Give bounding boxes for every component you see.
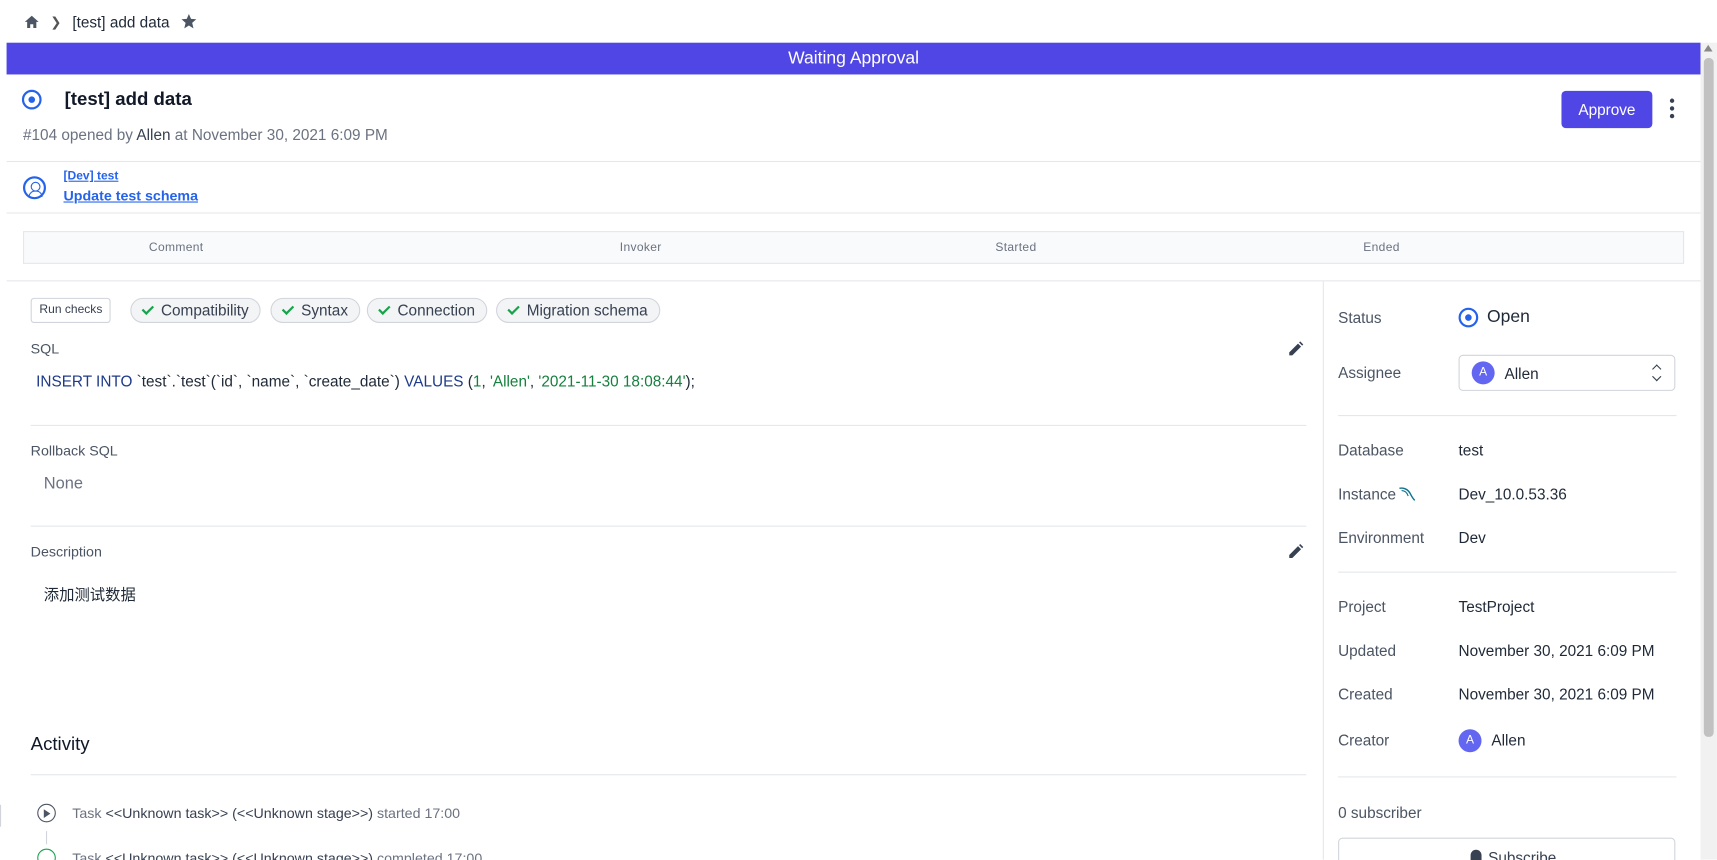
avatar: A	[1471, 361, 1495, 385]
issue-author[interactable]: Allen	[136, 126, 170, 144]
project-value[interactable]: TestProject	[1459, 598, 1535, 616]
pipeline-stage: [Dev] test Update test schema	[6, 162, 1701, 214]
environment-value[interactable]: Dev	[1459, 529, 1486, 547]
check-icon	[281, 302, 295, 315]
assignee-label: Assignee	[1338, 363, 1402, 382]
column-header-invoker: Invoker	[619, 240, 662, 255]
assignee-name: Allen	[1504, 364, 1539, 383]
issue-number: #104	[22, 125, 58, 144]
breadcrumb: ❯ [test] add data	[0, 0, 1717, 43]
divider	[30, 424, 1307, 426]
sql-statement[interactable]: INSERT INTO `test`.`test`(`id`, `name`, …	[36, 372, 695, 390]
activity-action: started 17:00	[376, 804, 461, 822]
description-text[interactable]: 添加测试数据	[44, 584, 136, 606]
rollback-sql-value: None	[43, 474, 84, 493]
created-label: Created	[1338, 685, 1393, 703]
instance-label: Instance	[1338, 485, 1397, 503]
task-run-table-header: Comment Invoker Started Ended	[22, 231, 1685, 264]
issue-header: [test] add data #104 opened by Allen at …	[6, 74, 1701, 163]
divider	[30, 525, 1307, 527]
created-value: November 30, 2021 6:09 PM	[1458, 685, 1655, 703]
activity-action: completed 17:00	[376, 849, 483, 860]
person-icon	[22, 176, 46, 200]
check-chip-compatibility[interactable]: Compatibility	[130, 297, 261, 324]
pencil-icon[interactable]	[1287, 543, 1305, 561]
activity-stage[interactable]: (<<Unknown stage>>)	[232, 850, 373, 860]
project-label: Project	[1338, 597, 1386, 616]
play-circle-icon	[37, 803, 56, 823]
scrollbar-thumb[interactable]	[1703, 58, 1714, 737]
column-header-comment: Comment	[148, 240, 204, 255]
divider	[1338, 415, 1677, 417]
divider	[1322, 281, 1324, 860]
stage-name-link[interactable]: Update test schema	[64, 187, 198, 203]
check-label: Connection	[397, 301, 476, 319]
sql-label: SQL	[30, 340, 60, 357]
subscriber-count: 0 subscriber	[1338, 803, 1422, 822]
check-icon	[507, 302, 520, 315]
check-icon	[141, 302, 155, 315]
creator-name[interactable]: Allen	[1491, 731, 1525, 749]
activity-task[interactable]: <<Unknown task>>	[106, 850, 229, 860]
column-header-ended: Ended	[1363, 240, 1400, 255]
run-checks-button[interactable]: Run checks	[30, 297, 112, 324]
check-circle-icon	[37, 848, 56, 860]
star-icon[interactable]	[180, 13, 197, 29]
approve-button[interactable]: Approve	[1561, 90, 1653, 129]
instance-value[interactable]: Dev_10.0.53.36	[1459, 485, 1567, 503]
status-label: Status	[1338, 308, 1382, 327]
selector-icon	[1652, 365, 1661, 383]
scroll-up-icon[interactable]	[1703, 44, 1713, 52]
status-value: Open	[1487, 307, 1530, 327]
avatar: A	[1458, 729, 1482, 753]
divider	[1338, 776, 1677, 778]
description-label: Description	[30, 543, 102, 560]
scrollbar[interactable]	[1700, 42, 1717, 860]
activity-task[interactable]: <<Unknown task>>	[106, 805, 229, 821]
activity-heading: Activity	[30, 733, 90, 755]
activity-prefix: Task	[72, 804, 102, 822]
database-label: Database	[1338, 441, 1404, 459]
check-icon	[378, 302, 391, 315]
divider	[30, 774, 1307, 776]
check-label: Migration schema	[526, 301, 648, 319]
activity-connector	[45, 831, 48, 845]
assignee-select[interactable]: A Allen	[1458, 354, 1676, 391]
issue-subtitle: #104 opened by Allen at November 30, 202…	[23, 126, 388, 144]
check-label: Compatibility	[160, 301, 249, 319]
divider	[1338, 571, 1677, 573]
rollback-sql-label: Rollback SQL	[30, 442, 118, 459]
check-chip-syntax[interactable]: Syntax	[270, 297, 361, 324]
left-edge-marker	[0, 804, 7, 827]
database-value[interactable]: test	[1459, 441, 1484, 459]
check-chip-migration-schema[interactable]: Migration schema	[496, 297, 660, 324]
stage-env-link[interactable]: [Dev] test	[64, 170, 119, 183]
check-label: Syntax	[301, 301, 349, 319]
bell-icon	[1470, 849, 1482, 860]
status-open-icon	[1458, 307, 1479, 328]
home-icon[interactable]	[24, 14, 39, 29]
activity-stage[interactable]: (<<Unknown stage>>)	[232, 805, 373, 821]
app-root: ❯ [test] add data Waiting Approval [test…	[0, 0, 1717, 860]
updated-value: November 30, 2021 6:09 PM	[1458, 641, 1655, 660]
mysql-icon	[1399, 487, 1416, 501]
column-header-started: Started	[995, 240, 1037, 255]
pencil-icon[interactable]	[1287, 341, 1305, 359]
check-chip-connection[interactable]: Connection	[366, 297, 488, 324]
environment-label: Environment	[1338, 528, 1425, 547]
more-vertical-icon[interactable]	[1667, 98, 1678, 121]
status-banner: Waiting Approval	[6, 42, 1701, 75]
activity-prefix: Task	[72, 849, 102, 860]
divider	[6, 280, 1701, 282]
status-open-icon	[21, 89, 42, 110]
subscribe-button[interactable]: Subscribe	[1338, 837, 1676, 860]
opened-at-text: at November 30, 2021 6:09 PM	[174, 125, 388, 144]
page-title: [test] add data	[64, 88, 192, 110]
subscribe-label: Subscribe	[1488, 848, 1557, 860]
breadcrumb-current: [test] add data	[72, 12, 170, 31]
chevron-right-icon: ❯	[50, 13, 62, 30]
opened-by-text: opened by	[61, 125, 133, 144]
updated-label: Updated	[1338, 641, 1397, 660]
creator-label: Creator	[1338, 731, 1390, 749]
